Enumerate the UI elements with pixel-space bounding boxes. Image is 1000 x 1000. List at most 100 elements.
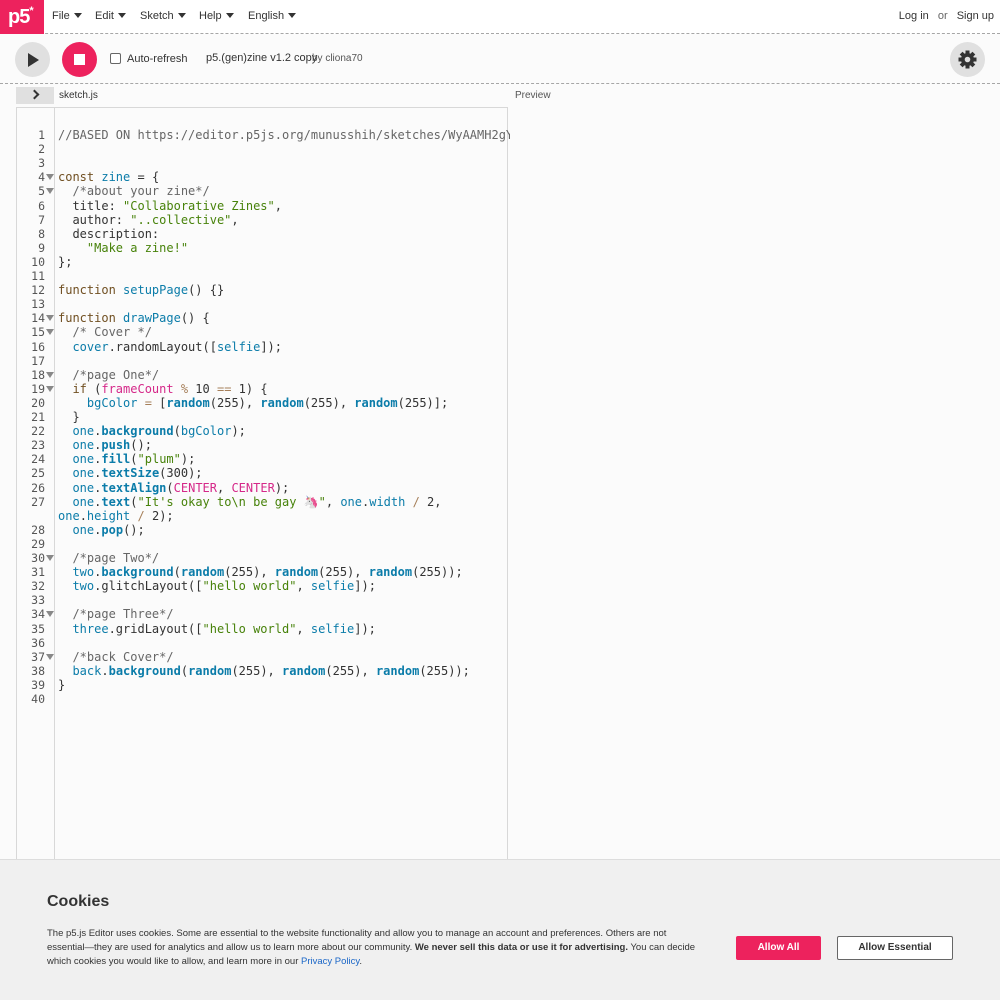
fold-toggle-icon[interactable] — [46, 611, 54, 618]
code-line[interactable]: const zine = { — [58, 170, 159, 184]
menu-sketch-label: Sketch — [140, 10, 174, 22]
privacy-policy-link[interactable]: Privacy Policy — [301, 956, 359, 967]
line-number: 23 — [31, 438, 45, 453]
fold-toggle-icon[interactable] — [46, 329, 54, 336]
menu-file-label: File — [52, 10, 70, 22]
line-number: 1 — [38, 128, 45, 142]
fold-toggle-icon[interactable] — [46, 174, 54, 181]
play-button[interactable] — [15, 42, 50, 77]
code-line[interactable]: /* Cover */ — [58, 325, 151, 339]
line-number: 11 — [31, 269, 45, 283]
line-number: 38 — [31, 663, 45, 678]
top-nav: p5* File Edit Sketch Help English Log in… — [0, 0, 1000, 34]
allow-essential-button[interactable]: Allow Essential — [837, 936, 953, 960]
fold-toggle-icon[interactable] — [46, 653, 54, 660]
code-line[interactable]: if (frameCount % 10 == 1) { — [58, 382, 267, 396]
code-line[interactable]: one.pop(); — [58, 523, 144, 537]
preview-pane — [510, 107, 1000, 860]
menu-edit-label: Edit — [95, 10, 114, 22]
code-line[interactable]: }; — [58, 255, 72, 269]
sketch-owner[interactable]: by cliona70 — [312, 53, 363, 64]
code-editor[interactable]: 1 2 3 4 5 6 7 8 9 10 11 12 13 14 15 16 17 18 19 20 21 22 23 24 2… — [16, 107, 513, 860]
line-number: 3 — [38, 156, 45, 171]
code-line[interactable]: } — [58, 678, 65, 692]
autorefresh-checkbox[interactable] — [110, 53, 121, 64]
menu-sketch[interactable]: Sketch — [140, 10, 186, 22]
code-line[interactable]: function drawPage() { — [58, 311, 210, 325]
play-icon — [28, 53, 39, 67]
sidebar-toggle-button[interactable] — [16, 87, 54, 104]
chevron-down-icon — [225, 13, 234, 18]
cookie-banner: Cookies The p5.js Editor uses cookies. S… — [0, 859, 1000, 1000]
line-number: 7 — [38, 212, 45, 227]
chevron-down-icon — [177, 13, 186, 18]
cookie-text-bold: We never sell this data or use it for ad… — [414, 942, 628, 953]
code-line[interactable]: one.height / 2); — [58, 509, 174, 523]
code-line[interactable]: one.textSize(300); — [58, 466, 202, 480]
code-line[interactable]: /*page Two*/ — [58, 551, 159, 565]
code-line[interactable]: //BASED ON https://editor.p5js.org/munus… — [58, 128, 513, 142]
code-line[interactable]: back.background(random(255), random(255)… — [58, 664, 469, 678]
code-line[interactable]: "Make a zine!" — [58, 241, 188, 255]
fold-toggle-icon[interactable] — [46, 188, 54, 195]
sketch-name[interactable]: p5.(gen)zine v1.2 copy — [206, 52, 317, 64]
logo-text: p5 — [8, 6, 30, 28]
menu-edit[interactable]: Edit — [95, 10, 126, 22]
line-number: 17 — [31, 353, 45, 368]
settings-button[interactable] — [950, 42, 985, 77]
line-number: 33 — [31, 593, 45, 608]
code-line[interactable]: two.glitchLayout(["hello world", selfie]… — [58, 579, 375, 593]
line-number: 8 — [38, 226, 45, 241]
code-line[interactable]: /*page Three*/ — [58, 607, 173, 621]
line-number: 6 — [38, 198, 45, 213]
fold-toggle-icon[interactable] — [46, 555, 54, 561]
code-line[interactable]: one.text("It's okay to\n be gay 🦄", one.… — [58, 495, 441, 509]
autorefresh-toggle[interactable]: Auto-refresh — [110, 53, 188, 65]
login-link[interactable]: Log in — [899, 10, 929, 22]
stop-icon — [74, 54, 85, 65]
code-line[interactable]: one.push(); — [58, 438, 152, 452]
code-line[interactable]: one.textAlign(CENTER, CENTER); — [58, 481, 289, 495]
code-line[interactable]: author: "..collective", — [58, 213, 238, 227]
stop-button[interactable] — [62, 42, 97, 77]
line-number: 36 — [31, 635, 45, 650]
line-number: 39 — [31, 677, 45, 692]
line-number: 9 — [38, 240, 45, 255]
line-number: 15 — [31, 325, 45, 340]
line-number: 21 — [31, 410, 45, 424]
line-number: 28 — [31, 522, 45, 537]
fold-toggle-icon[interactable] — [46, 315, 54, 322]
line-number: 2 — [38, 142, 45, 157]
line-number: 27 — [31, 494, 45, 509]
menu-help[interactable]: Help — [199, 10, 234, 22]
gear-icon — [958, 50, 977, 69]
line-number: 35 — [31, 621, 45, 636]
code-line[interactable]: three.gridLayout(["hello world", selfie]… — [58, 622, 375, 636]
code-line[interactable]: } — [58, 410, 79, 424]
line-gutter: 1 2 3 4 5 6 7 8 9 10 11 12 13 14 15 16 17 18 19 20 21 22 23 24 2… — [17, 108, 55, 859]
line-number: 24 — [31, 452, 45, 467]
fold-toggle-icon[interactable] — [46, 371, 54, 378]
menu-language[interactable]: English — [248, 10, 297, 22]
code-line[interactable]: one.fill("plum"); — [58, 452, 195, 466]
line-number: 4 — [38, 170, 45, 185]
menu-file[interactable]: File — [52, 10, 82, 22]
code-line[interactable]: /*page One*/ — [58, 368, 159, 382]
code-line[interactable]: function setupPage() {} — [58, 283, 224, 297]
line-number: 13 — [31, 297, 45, 312]
cookie-title: Cookies — [47, 893, 110, 910]
allow-all-button[interactable]: Allow All — [736, 936, 821, 960]
code-line[interactable]: /*about your zine*/ — [58, 184, 209, 198]
p5-logo[interactable]: p5* — [0, 0, 44, 34]
code-line[interactable]: one.background(bgColor); — [58, 424, 245, 438]
line-number: 10 — [31, 254, 45, 269]
code-line[interactable]: two.background(random(255), random(255),… — [58, 565, 462, 579]
fold-toggle-icon[interactable] — [46, 385, 54, 392]
code-line[interactable]: /*back Cover*/ — [58, 650, 173, 664]
code-line[interactable]: bgColor = [random(255), random(255), ran… — [58, 396, 448, 410]
code-line[interactable]: cover.randomLayout([selfie]); — [58, 340, 282, 354]
signup-link[interactable]: Sign up — [957, 10, 994, 22]
code-line[interactable]: title: "Collaborative Zines", — [58, 199, 282, 213]
code-line[interactable]: description: — [58, 227, 159, 241]
file-tab[interactable]: sketch.js — [59, 90, 98, 101]
